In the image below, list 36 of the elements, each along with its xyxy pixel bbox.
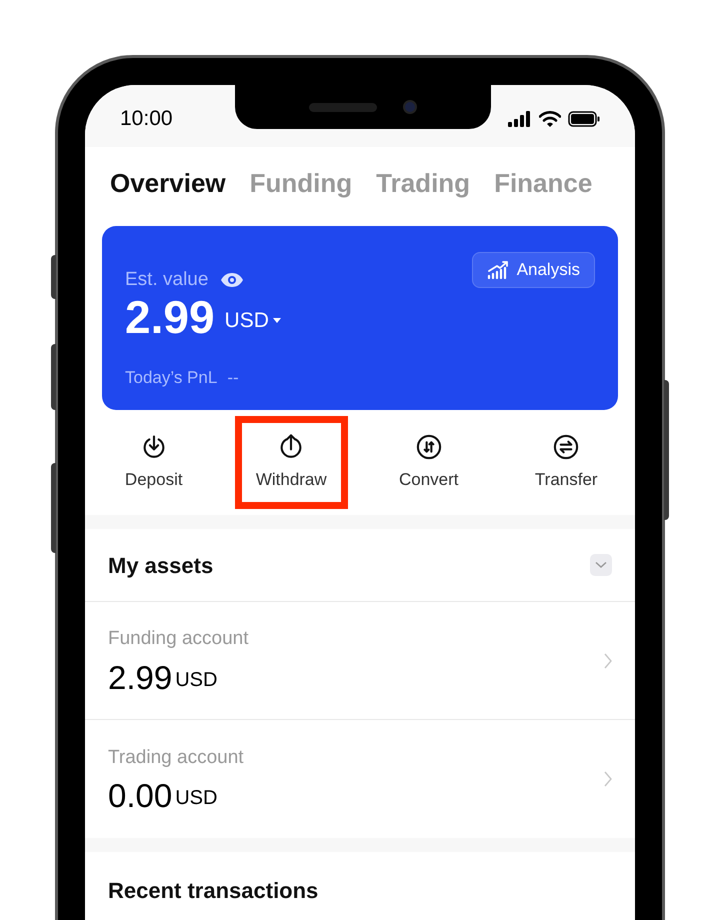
account-row[interactable]: Funding account 2.99 USD xyxy=(85,602,635,720)
pnl-value: -- xyxy=(227,366,239,388)
transfer-arrows-icon xyxy=(552,432,580,461)
status-time: 10:00 xyxy=(120,106,173,132)
swap-arrows-icon xyxy=(414,432,443,461)
bar-chart-icon xyxy=(486,261,509,279)
chevron-right-icon xyxy=(604,771,612,787)
action-button[interactable]: Deposit xyxy=(104,416,204,510)
pnl-label: Today’s PnL xyxy=(125,366,218,388)
account-amount: 0.00 xyxy=(108,778,172,814)
wifi-icon xyxy=(539,111,561,127)
tab[interactable]: Overview xyxy=(110,164,226,202)
speaker-grille xyxy=(309,102,377,112)
est-value-label: Est. value xyxy=(125,268,208,292)
total-value: 2.99 xyxy=(125,290,215,342)
section-title: My assets xyxy=(108,552,214,580)
signal-icon xyxy=(508,111,532,127)
account-row[interactable]: Trading account 0.00 USD xyxy=(85,720,635,838)
action-button[interactable]: Transfer xyxy=(514,416,619,510)
chevron-down-icon xyxy=(595,561,607,569)
account-amount: 2.99 xyxy=(108,660,172,696)
battery-icon xyxy=(568,111,600,127)
account-currency: USD xyxy=(175,668,218,693)
section-title: Recent transactions xyxy=(108,878,318,903)
action-button[interactable]: Convert xyxy=(378,416,480,510)
account-currency: USD xyxy=(175,786,218,812)
camera-lens xyxy=(403,100,417,114)
currency-dropdown[interactable]: USD xyxy=(224,305,281,336)
action-button[interactable]: Withdraw xyxy=(234,416,348,510)
account-name: Trading account xyxy=(108,746,244,770)
chevron-right-icon xyxy=(604,652,612,668)
collapse-button[interactable] xyxy=(590,554,612,576)
analysis-button[interactable]: Analysis xyxy=(472,252,595,288)
account-name: Funding account xyxy=(108,627,248,652)
caret-icon xyxy=(272,318,281,324)
eye-icon[interactable] xyxy=(220,272,244,288)
